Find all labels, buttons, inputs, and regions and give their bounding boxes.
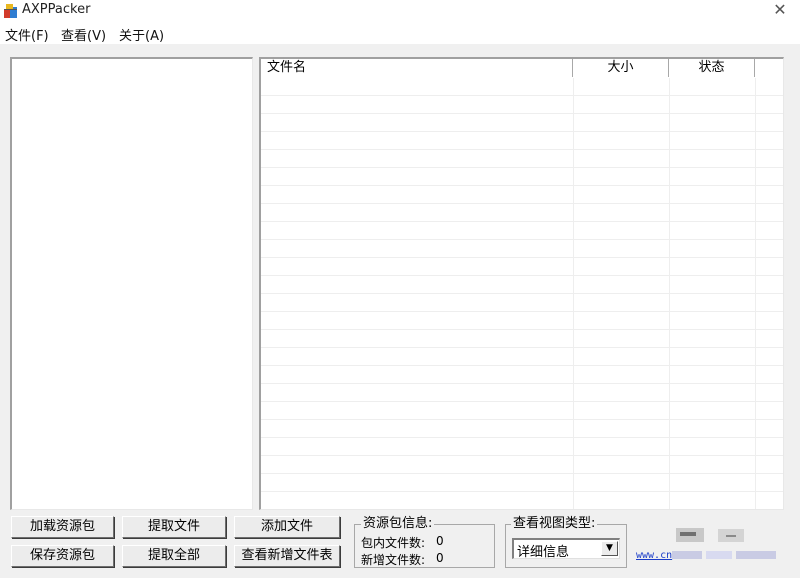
chevron-down-icon[interactable]: ▼ [601, 541, 618, 556]
view-type-select[interactable]: 详细信息 ▼ [512, 538, 620, 560]
menu-about[interactable]: 关于(A) [119, 25, 164, 44]
extract-all-button[interactable]: 提取全部 [122, 545, 226, 567]
menu-file[interactable]: 文件(F) [5, 25, 49, 44]
column-divider [573, 78, 574, 509]
menu-bar: 文件(F) 查看(V) 关于(A) [0, 22, 800, 44]
column-divider [755, 78, 756, 509]
save-package-button[interactable]: 保存资源包 [11, 545, 114, 567]
view-type-selected: 详细信息 [517, 545, 570, 560]
view-new-files-button[interactable]: 查看新增文件表 [234, 545, 340, 567]
load-package-button[interactable]: 加载资源包 [11, 516, 114, 538]
close-icon[interactable]: ✕ [770, 0, 790, 20]
title-bar: AXPPacker ✕ [0, 0, 800, 22]
file-list-header: 文件名 大小 状态 [261, 59, 783, 77]
logo-image [676, 528, 744, 542]
menu-view[interactable]: 查看(V) [61, 25, 106, 44]
column-header-size[interactable]: 大小 [573, 59, 669, 77]
add-file-button[interactable]: 添加文件 [234, 516, 340, 538]
column-header-filename[interactable]: 文件名 [261, 59, 573, 77]
file-list-view[interactable]: 文件名 大小 状态 [259, 57, 784, 510]
package-tree-panel[interactable] [10, 57, 253, 510]
extract-file-button[interactable]: 提取文件 [122, 516, 226, 538]
file-list-rows [261, 78, 783, 509]
website-link[interactable]: www.cn [636, 550, 672, 561]
new-count-value: 0 [436, 551, 444, 565]
column-header-status[interactable]: 状态 [669, 59, 755, 77]
view-type-title: 查看视图类型: [511, 516, 598, 531]
column-divider [669, 78, 670, 509]
column-header-filler [755, 59, 783, 77]
file-count-label: 包内文件数: [361, 536, 426, 550]
link-blurred-region [672, 551, 776, 559]
package-info-title: 资源包信息: [361, 516, 435, 531]
file-count-value: 0 [436, 534, 444, 548]
window-title: AXPPacker [22, 2, 91, 17]
app-package-icon [4, 4, 17, 18]
new-count-label: 新增文件数: [361, 553, 426, 567]
